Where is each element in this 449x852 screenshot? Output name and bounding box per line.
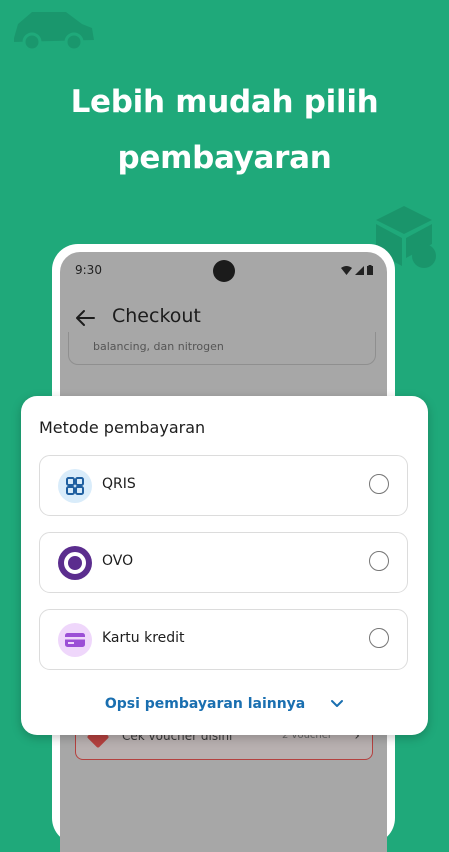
payment-option-label: QRIS <box>102 476 136 492</box>
payment-option-label: Kartu kredit <box>102 630 185 646</box>
radio-button[interactable] <box>369 474 389 494</box>
payment-option-label: OVO <box>102 553 134 569</box>
more-payment-options-button[interactable]: Opsi pembayaran lainnya <box>21 696 428 712</box>
radio-button[interactable] <box>369 551 389 571</box>
back-arrow-icon[interactable] <box>74 308 96 328</box>
ovo-icon <box>58 546 92 580</box>
headline-line-1: Lebih mudah pilih <box>70 84 379 120</box>
status-time: 9:30 <box>75 263 102 277</box>
payment-option-credit-card[interactable]: Kartu kredit <box>39 609 408 670</box>
chevron-down-icon <box>331 700 344 707</box>
payment-method-sheet: Metode pembayaran QRIS OVO Kartu kredit … <box>21 396 428 735</box>
service-card: balancing, dan nitrogen <box>68 332 376 365</box>
car-icon <box>14 12 94 52</box>
wifi-icon <box>341 265 352 275</box>
signal-icon <box>355 265 364 275</box>
more-payment-options-label: Opsi pembayaran lainnya <box>104 696 306 712</box>
payment-option-ovo[interactable]: OVO <box>39 532 408 593</box>
credit-card-icon <box>58 623 92 657</box>
headline: Lebih mudah pilih pembayaran <box>0 74 449 186</box>
page-title: Checkout <box>112 305 201 327</box>
radio-button[interactable] <box>369 628 389 648</box>
service-card-text: balancing, dan nitrogen <box>93 340 224 353</box>
camera-cutout <box>213 260 235 282</box>
qris-icon <box>58 469 92 503</box>
payment-option-qris[interactable]: QRIS <box>39 455 408 516</box>
status-icons <box>341 265 373 275</box>
battery-icon <box>367 265 373 275</box>
headline-line-2: pembayaran <box>117 140 332 176</box>
sheet-title: Metode pembayaran <box>39 418 206 437</box>
